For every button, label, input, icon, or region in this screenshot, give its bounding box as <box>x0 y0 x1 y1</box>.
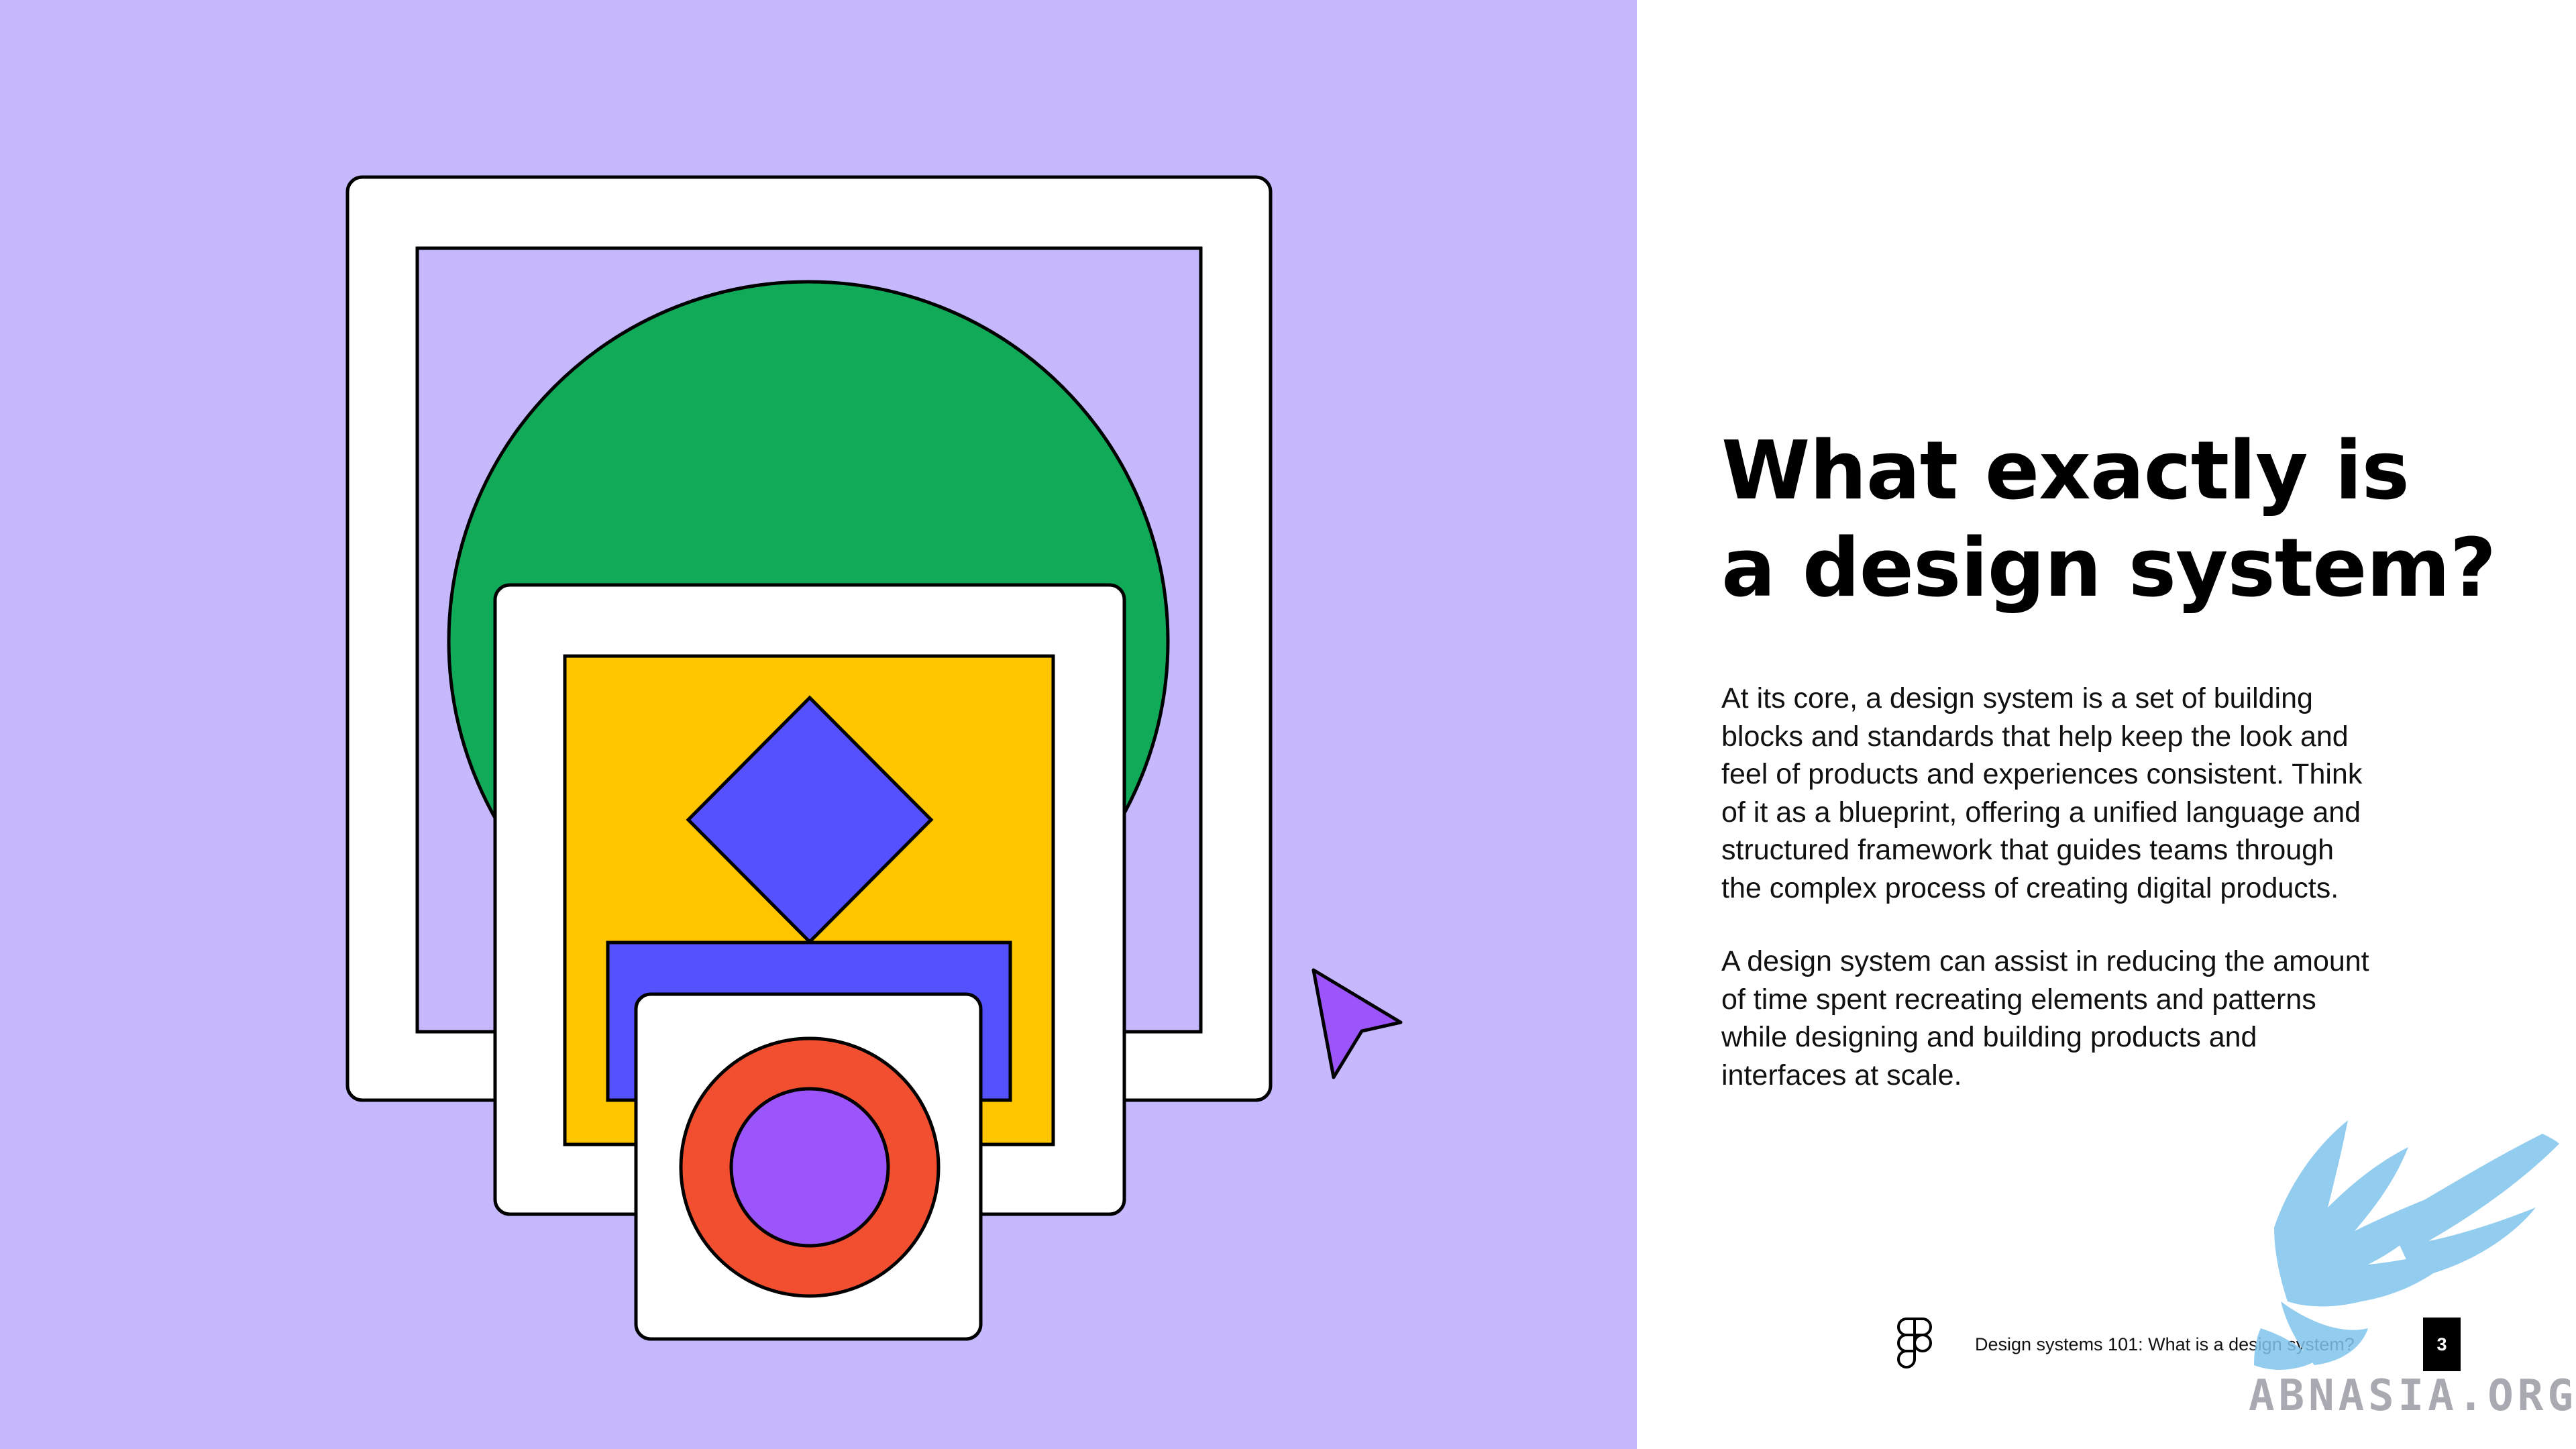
paragraph-2-line: while designing and building products an… <box>1721 1021 2257 1053</box>
paragraph-1-line: structured framework that guides teams t… <box>1721 834 2334 866</box>
page-title: What exactly is a design system? <box>1721 423 2526 617</box>
illustration-panel <box>0 0 1637 1449</box>
paragraph-1-line: feel of products and experiences consist… <box>1721 758 2363 790</box>
paragraph-2-line: of time spent recreating elements and pa… <box>1721 983 2316 1016</box>
figma-logo-icon <box>1897 1318 1932 1368</box>
paragraph-2-line: interfaces at scale. <box>1721 1059 1962 1091</box>
nested-frames-illustration <box>345 175 1403 1341</box>
body-paragraph-1: At its core, a design system is a set of… <box>1721 680 2446 907</box>
paragraph-1-line: of it as a blueprint, offering a unified… <box>1721 796 2361 828</box>
body-paragraph-2: A design system can assist in reducing t… <box>1721 943 2446 1094</box>
cursor-arrow-icon <box>1311 968 1403 1079</box>
page-title-line-2: a design system? <box>1721 522 2496 615</box>
paragraph-1-line: blocks and standards that help keep the … <box>1721 720 2349 753</box>
page-title-line-1: What exactly is <box>1721 425 2410 518</box>
paragraph-2-line: A design system can assist in reducing t… <box>1721 945 2369 977</box>
eagle-watermark-icon <box>2254 1120 2559 1370</box>
paragraph-1-line: At its core, a design system is a set of… <box>1721 682 2313 714</box>
paragraph-1-line: the complex process of creating digital … <box>1721 871 2339 904</box>
watermark-text: ABNASIA.ORG <box>2249 1371 2576 1421</box>
purple-circle <box>729 1087 890 1248</box>
